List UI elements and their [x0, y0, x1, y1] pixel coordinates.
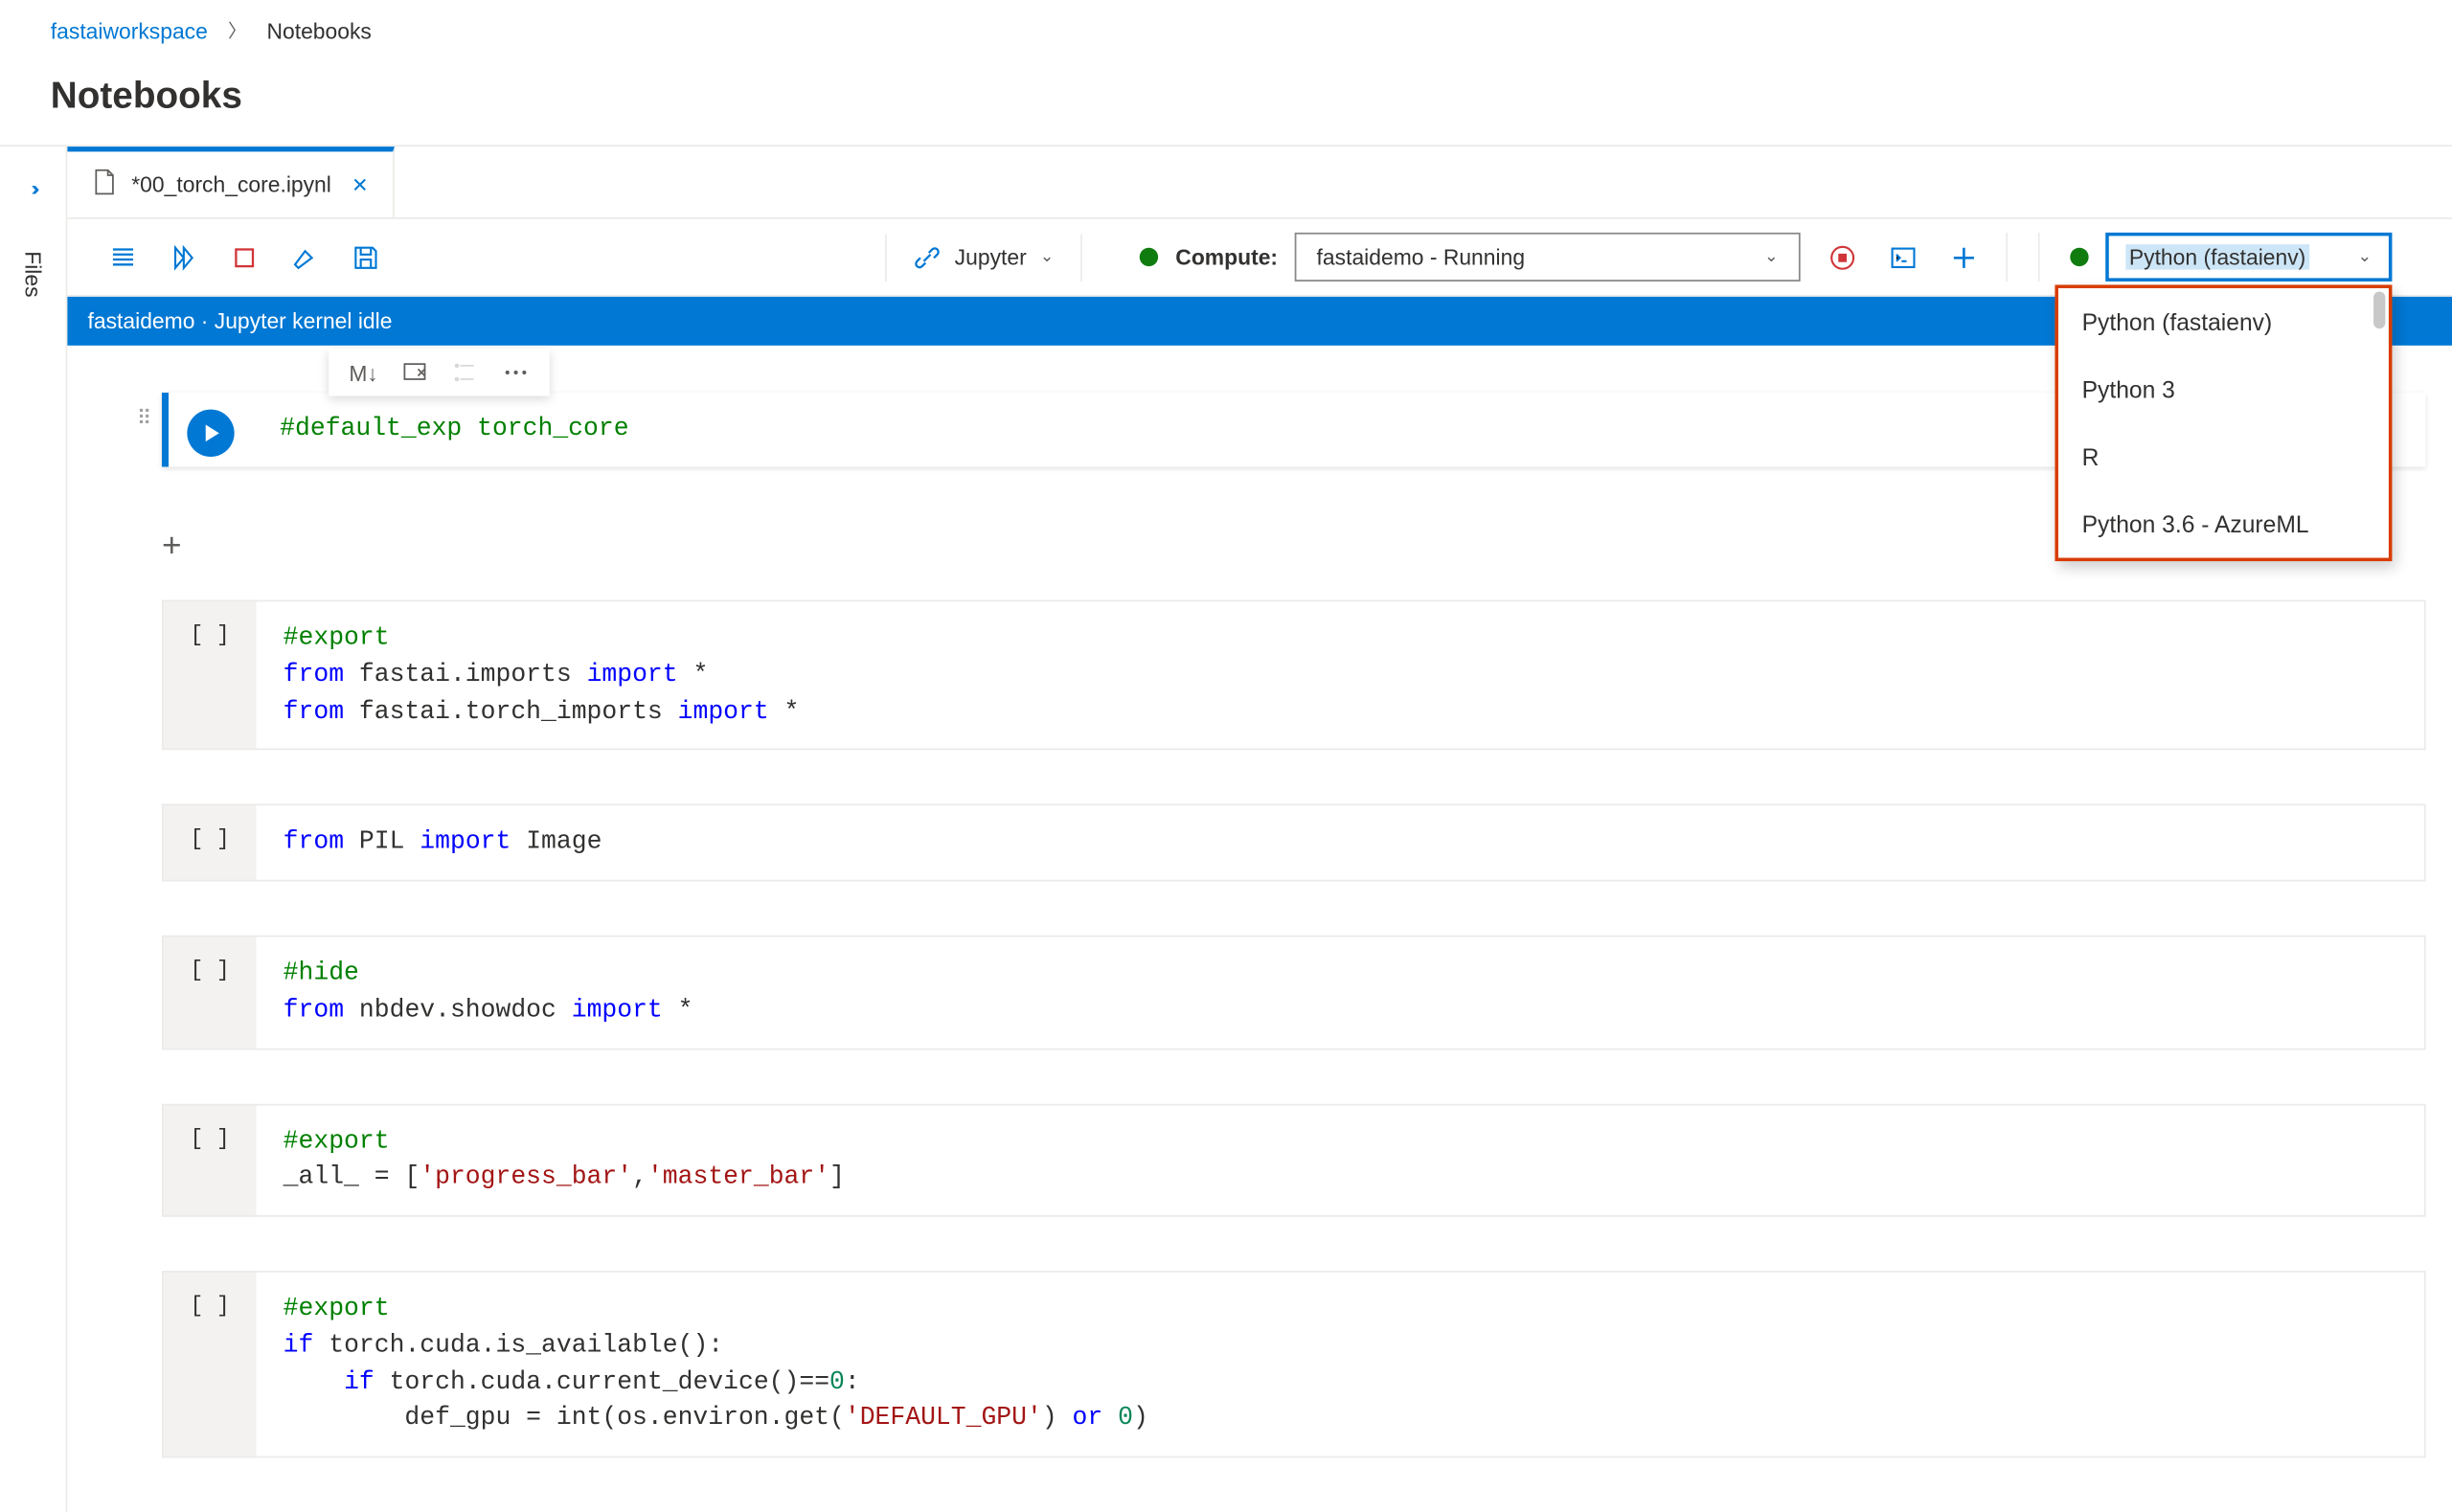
compute-select[interactable]: fastaidemo - Running ⌄	[1295, 233, 1801, 282]
breadcrumb: fastaiworkspace 〉 Notebooks	[0, 0, 2452, 60]
add-compute-icon[interactable]	[1949, 242, 1980, 273]
expand-sidebar-icon[interactable]: ››	[32, 177, 35, 201]
tab-bar: *00_torch_core.ipynl ✕	[67, 147, 2452, 219]
scrollbar-thumb[interactable]	[2373, 291, 2385, 328]
chevron-down-icon: ⌄	[1764, 248, 1779, 266]
code-editor[interactable]: #export from fastai.imports import * fro…	[257, 600, 2426, 751]
drag-handle-icon[interactable]: ⠿	[137, 406, 151, 430]
kernel-dropdown: Python (fastaienv) Python 3 R Python 3.6…	[2055, 284, 2392, 561]
cell-prompt: [ ]	[191, 1125, 230, 1150]
cell-active-indicator	[162, 393, 169, 466]
run-all-icon[interactable]	[169, 242, 199, 273]
toolbar: Jupyter ⌄ Compute: fastaidemo - Running …	[67, 219, 2452, 297]
code-editor[interactable]: from PIL import Image	[257, 804, 2426, 882]
code-editor[interactable]: #hide from nbdev.showdoc import *	[257, 936, 2426, 1049]
delete-cell-icon[interactable]	[401, 359, 428, 386]
kernel-option[interactable]: R	[2058, 423, 2389, 490]
sidebar: ›› Files	[0, 147, 67, 1512]
cell-toolbar: M↓	[329, 349, 550, 395]
cell-prompt: [ ]	[191, 958, 230, 982]
compute-selected-value: fastaidemo - Running	[1317, 244, 1525, 269]
convert-markdown-button[interactable]: M↓	[349, 360, 378, 385]
files-sidebar-label[interactable]: Files	[20, 251, 45, 297]
compute-status-dot	[1140, 248, 1158, 266]
breadcrumb-parent[interactable]: fastaiworkspace	[51, 17, 208, 42]
breadcrumb-current: Notebooks	[266, 17, 371, 42]
kernel-selected-value: Python (fastaienv)	[2125, 244, 2308, 269]
cell-prompt: [ ]	[191, 621, 230, 646]
tab-open-file[interactable]: *00_torch_core.ipynl ✕	[67, 147, 394, 217]
jupyter-label: Jupyter	[955, 244, 1027, 269]
code-cell[interactable]: [ ] #hide from nbdev.showdoc import *	[67, 936, 2425, 1049]
stop-compute-icon[interactable]	[1828, 242, 1858, 273]
terminal-icon[interactable]	[1888, 242, 1918, 273]
clear-output-icon[interactable]	[290, 242, 321, 273]
kernel-select[interactable]: Python (fastaienv) ⌄	[2105, 233, 2392, 282]
compute-label: Compute:	[1175, 244, 1278, 269]
kernel-option[interactable]: Python (fastaienv)	[2058, 288, 2389, 355]
cell-prompt: [ ]	[191, 826, 230, 851]
page-title: Notebooks	[0, 60, 2452, 145]
kernel-option[interactable]: Python 3	[2058, 355, 2389, 422]
cell-settings-icon[interactable]	[452, 359, 479, 386]
chevron-right-icon: 〉	[228, 17, 246, 44]
link-icon	[914, 243, 941, 270]
save-icon[interactable]	[351, 242, 381, 273]
code-editor[interactable]: #export if torch.cuda.is_available(): if…	[257, 1271, 2426, 1457]
tab-filename: *00_torch_core.ipynl	[131, 172, 331, 197]
kernel-option[interactable]: Python 3.6 - AzureML	[2058, 490, 2389, 557]
code-cell[interactable]: [ ] #export from fastai.imports import *…	[67, 600, 2425, 751]
run-cell-button[interactable]	[187, 410, 234, 457]
kernel-status-dot	[2070, 248, 2088, 266]
notebook-file-icon	[91, 169, 118, 200]
code-cell[interactable]: [ ] from PIL import Image	[67, 804, 2425, 882]
chevron-down-icon: ⌄	[1040, 248, 1055, 266]
cell-prompt: [ ]	[191, 1293, 230, 1318]
stop-icon[interactable]	[229, 242, 260, 273]
jupyter-dropdown[interactable]: Jupyter ⌄	[886, 234, 1083, 281]
compute-group: Compute: fastaidemo - Running ⌄	[1113, 233, 2008, 282]
code-cell[interactable]: [ ] #export if torch.cuda.is_available()…	[67, 1271, 2425, 1457]
code-editor[interactable]: #export _all_ = ['progress_bar','master_…	[257, 1103, 2426, 1217]
chevron-down-icon: ⌄	[2358, 248, 2373, 266]
close-tab-icon[interactable]: ✕	[352, 172, 369, 196]
kernel-group: Python (fastaienv) ⌄ Python (fastaienv) …	[2038, 233, 2413, 282]
menu-icon[interactable]	[108, 242, 139, 273]
more-cell-actions-icon[interactable]	[503, 359, 530, 386]
code-cell[interactable]: [ ] #export _all_ = ['progress_bar','mas…	[67, 1103, 2425, 1217]
